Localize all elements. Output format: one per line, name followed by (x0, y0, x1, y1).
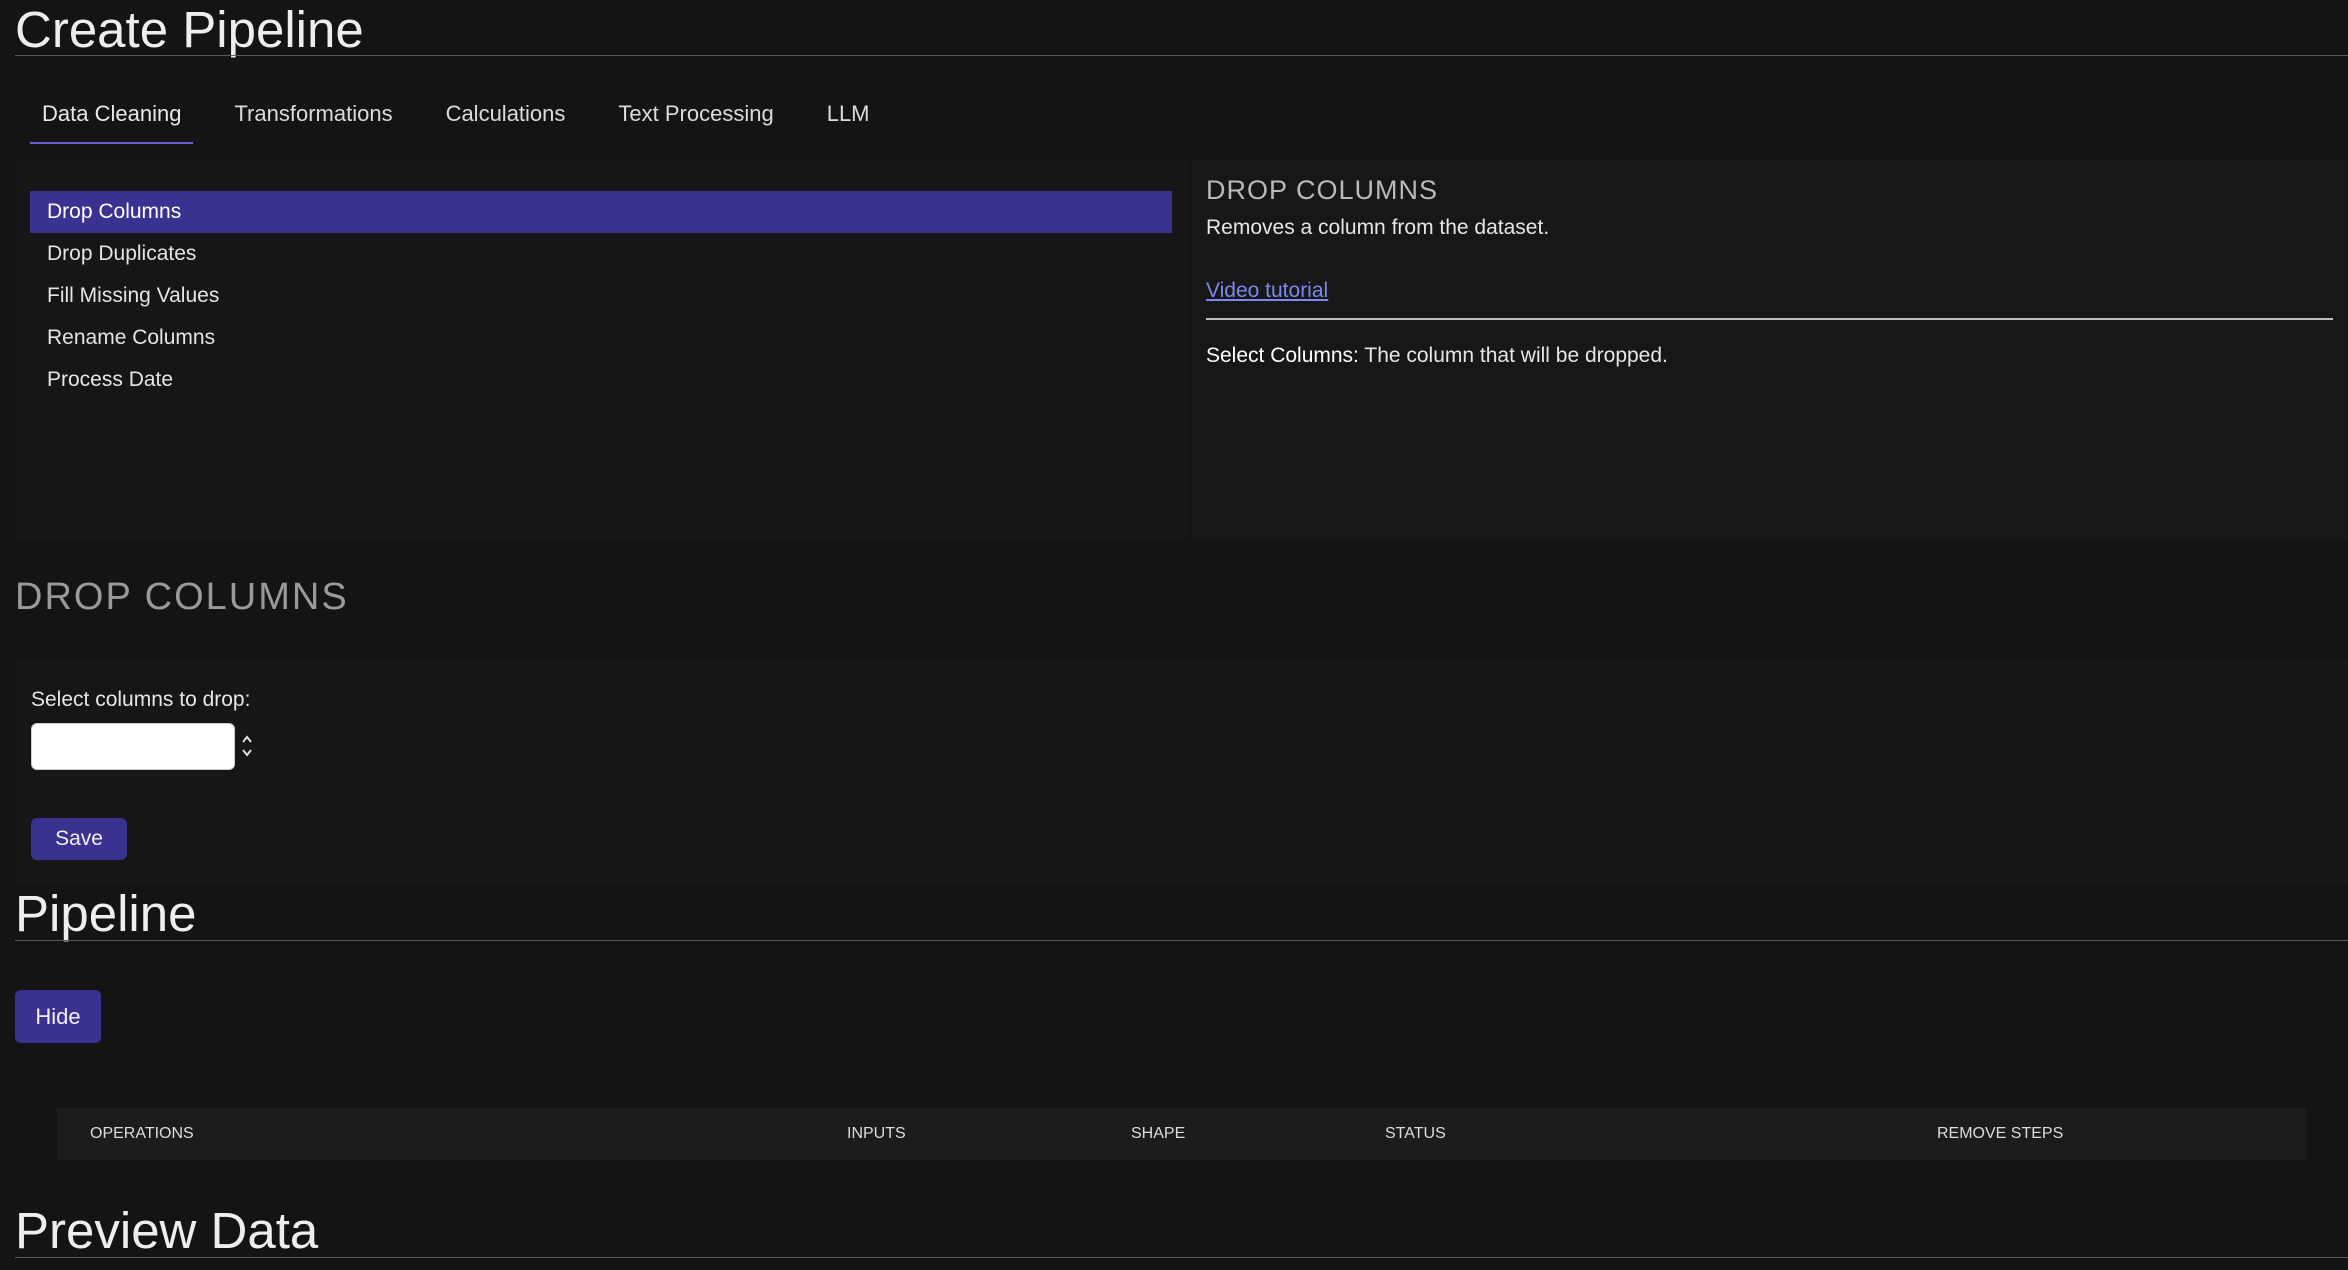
parameter-description: Select Columns: The column that will be … (1206, 344, 1668, 368)
column-header-inputs: INPUTS (847, 1125, 906, 1142)
chevron-updown-icon[interactable] (240, 731, 254, 761)
operation-fill-missing-values[interactable]: Fill Missing Values (30, 275, 1172, 317)
operation-drop-duplicates[interactable]: Drop Duplicates (30, 233, 1172, 275)
config-title: DROP COLUMNS (15, 576, 349, 618)
operation-list: Drop Columns Drop Duplicates Fill Missin… (30, 191, 1172, 401)
parameter-text: The column that will be dropped. (1358, 344, 1668, 367)
operation-description-panel: DROP COLUMNS Removes a column from the d… (1192, 160, 2348, 540)
description-text: Removes a column from the dataset. (1206, 216, 1550, 239)
tab-text-processing[interactable]: Text Processing (606, 96, 785, 144)
column-header-status: STATUS (1385, 1125, 1446, 1142)
select-columns-dropdown[interactable] (31, 723, 235, 770)
select-columns-label: Select columns to drop: (31, 688, 251, 711)
column-header-shape: SHAPE (1131, 1125, 1186, 1142)
title-divider (15, 55, 2348, 56)
video-tutorial-link[interactable]: Video tutorial (1206, 279, 1328, 303)
config-panel: Select columns to drop: Save (15, 659, 2348, 884)
column-header-remove-steps: REMOVE STEPS (1937, 1125, 2064, 1142)
column-header-operations: OPERATIONS (90, 1125, 194, 1142)
preview-divider (15, 1257, 2348, 1258)
tab-llm[interactable]: LLM (815, 96, 882, 144)
description-title: DROP COLUMNS (1206, 175, 1439, 205)
operation-rename-columns[interactable]: Rename Columns (30, 317, 1172, 359)
pipeline-divider (15, 940, 2348, 941)
pipeline-title: Pipeline (15, 885, 197, 942)
page-title: Create Pipeline (15, 1, 364, 58)
tab-calculations[interactable]: Calculations (434, 96, 578, 144)
pipeline-table-header: OPERATIONS INPUTS SHAPE STATUS REMOVE ST… (57, 1108, 2306, 1160)
description-divider (1206, 318, 2333, 320)
preview-data-title: Preview Data (15, 1202, 319, 1259)
tab-transformations[interactable]: Transformations (222, 96, 404, 144)
operation-list-panel: Drop Columns Drop Duplicates Fill Missin… (15, 160, 1187, 540)
operation-process-date[interactable]: Process Date (30, 359, 1172, 401)
create-pipeline-page: Create Pipeline Data Cleaning Transforma… (0, 0, 2348, 1270)
save-button[interactable]: Save (31, 818, 127, 860)
tab-data-cleaning[interactable]: Data Cleaning (30, 96, 194, 144)
category-tabs: Data Cleaning Transformations Calculatio… (30, 96, 911, 144)
parameter-name: Select Columns: (1206, 344, 1359, 367)
hide-button[interactable]: Hide (15, 990, 101, 1043)
operation-drop-columns[interactable]: Drop Columns (30, 191, 1172, 233)
